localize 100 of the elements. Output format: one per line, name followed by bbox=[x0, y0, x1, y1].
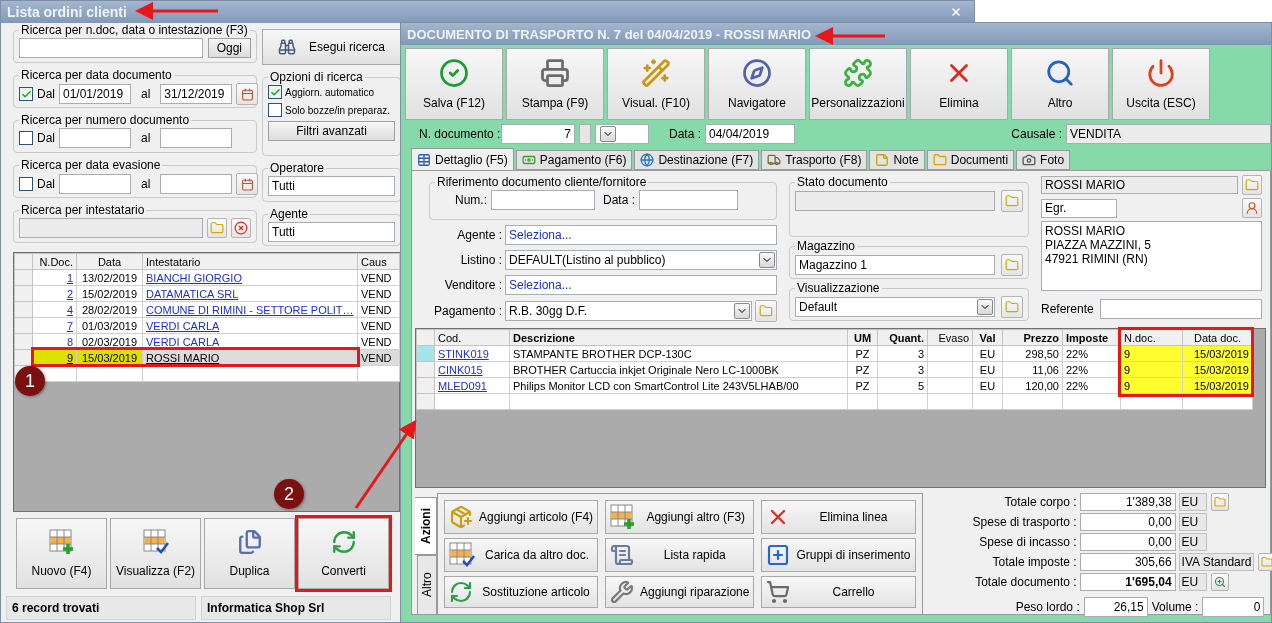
icon-button[interactable] bbox=[1258, 553, 1272, 571]
toolbar-button[interactable]: Duplica bbox=[204, 518, 295, 589]
calendar-button[interactable] bbox=[236, 83, 259, 105]
weight-field[interactable]: 0 bbox=[1202, 597, 1265, 617]
select-field[interactable]: R.B. 30gg D.F. bbox=[505, 301, 752, 321]
checkbox[interactable] bbox=[19, 87, 33, 101]
person-button[interactable] bbox=[1242, 198, 1262, 218]
num-field[interactable] bbox=[491, 190, 595, 210]
today-button[interactable]: Oggi bbox=[207, 38, 251, 58]
toolbar-button[interactable]: Elimina bbox=[910, 48, 1008, 120]
contact-field[interactable] bbox=[1099, 299, 1262, 319]
tab[interactable]: Pagamento (F6) bbox=[515, 150, 633, 170]
dropdown-button[interactable] bbox=[759, 252, 775, 268]
toolbar-button[interactable]: Navigatore bbox=[708, 48, 806, 120]
holder-field[interactable] bbox=[19, 218, 203, 238]
checkbox[interactable] bbox=[19, 177, 33, 191]
to-field[interactable] bbox=[160, 174, 233, 194]
action-button[interactable]: Carica da altro doc. bbox=[444, 538, 599, 572]
action-button[interactable]: Aggiungi altro (F3) bbox=[605, 500, 755, 534]
salutation-field[interactable]: Egr. bbox=[1041, 198, 1117, 218]
folder-button[interactable] bbox=[207, 218, 227, 238]
folder-button[interactable] bbox=[1001, 190, 1023, 212]
toolbar-button[interactable]: Personalizzazioni bbox=[809, 48, 907, 120]
tab[interactable]: Documenti bbox=[926, 150, 1015, 170]
from-field[interactable]: 01/01/2019 bbox=[59, 84, 131, 104]
to-field[interactable]: 31/12/2019 bbox=[160, 84, 233, 104]
toolbar-button[interactable]: Visualizza (F2) bbox=[110, 518, 201, 589]
address-field[interactable]: ROSSI MARIO PIAZZA MAZZINI, 5 47921 RIMINI (RN) bbox=[1041, 221, 1262, 291]
status-field[interactable] bbox=[795, 191, 995, 211]
from-field[interactable] bbox=[59, 174, 131, 194]
advanced-filters-button[interactable]: Filtri avanzati bbox=[268, 121, 395, 141]
grid-plus-icon bbox=[48, 529, 75, 556]
checkbox[interactable] bbox=[268, 85, 282, 99]
table-cell: PZ bbox=[847, 377, 878, 394]
toolbar-button[interactable]: Visual. (F10) bbox=[607, 48, 705, 120]
toolbar-button[interactable]: Converti bbox=[298, 518, 389, 589]
magnifier-icon bbox=[1045, 58, 1075, 89]
folder-button[interactable] bbox=[1001, 296, 1023, 318]
close-button[interactable] bbox=[950, 6, 962, 18]
select-field[interactable]: DEFAULT(Listino al pubblico) bbox=[505, 250, 777, 270]
table-cell: MLED091 bbox=[434, 377, 510, 394]
toolbar-button[interactable]: Nuovo (F4) bbox=[16, 518, 107, 589]
select-field[interactable]: Seleziona... bbox=[505, 225, 777, 245]
to-label: al bbox=[141, 87, 151, 101]
table-cell: 15/02/2019 bbox=[76, 285, 143, 302]
toolbar-button[interactable]: Altro bbox=[1011, 48, 1109, 120]
side-tab[interactable]: Azioni bbox=[415, 497, 437, 555]
unit-field: EU bbox=[1178, 573, 1207, 591]
weight-field[interactable]: 26,15 bbox=[1083, 597, 1148, 617]
date-field[interactable]: 04/04/2019 bbox=[705, 124, 795, 144]
toolbar-button[interactable]: Uscita (ESC) bbox=[1112, 48, 1210, 120]
select-field[interactable]: Tutti bbox=[268, 222, 395, 242]
tab[interactable]: Destinazione (F7) bbox=[634, 150, 760, 170]
select-field[interactable]: Seleziona... bbox=[505, 275, 777, 295]
tab[interactable]: Dettaglio (F5) bbox=[411, 148, 514, 170]
checkbox[interactable] bbox=[268, 103, 282, 117]
close-circle-icon bbox=[234, 221, 248, 235]
folder-icon bbox=[1005, 194, 1019, 208]
side-tab[interactable]: Altro bbox=[417, 555, 437, 615]
view-dropdown[interactable]: Default bbox=[795, 297, 995, 317]
date-field[interactable] bbox=[639, 190, 739, 210]
select-field[interactable]: Tutti bbox=[268, 176, 395, 196]
toolbar-button[interactable]: Salva (F12) bbox=[405, 48, 503, 120]
tab[interactable]: Trasporto (F8) bbox=[761, 150, 868, 170]
column-header: Caus bbox=[357, 253, 400, 270]
action-button[interactable]: Aggiungi riparazione bbox=[605, 576, 755, 608]
from-field[interactable] bbox=[59, 128, 131, 148]
reason-field[interactable]: VENDITA bbox=[1066, 124, 1271, 144]
clear-button[interactable] bbox=[231, 218, 251, 238]
action-button[interactable]: Sostituzione articolo bbox=[444, 576, 599, 608]
to-field[interactable] bbox=[160, 128, 233, 148]
icon-button[interactable] bbox=[1210, 493, 1229, 511]
run-search-button[interactable]: Esegui ricerca bbox=[262, 29, 401, 65]
search-field[interactable] bbox=[19, 38, 203, 58]
dropdown-button[interactable] bbox=[734, 303, 750, 319]
customer-field[interactable]: ROSSI MARIO bbox=[1041, 176, 1238, 194]
dropdown-button[interactable] bbox=[600, 126, 616, 142]
folder-button[interactable] bbox=[1001, 254, 1023, 276]
calendar-button[interactable] bbox=[236, 173, 259, 195]
icon-button[interactable] bbox=[1210, 573, 1229, 591]
dropdown-button[interactable] bbox=[977, 299, 993, 315]
action-button[interactable]: Gruppi di inserimento bbox=[761, 538, 916, 572]
spin-button[interactable] bbox=[579, 124, 591, 144]
action-button[interactable]: Lista rapida bbox=[605, 538, 755, 572]
action-button[interactable]: Carrello bbox=[761, 576, 916, 608]
folder-button[interactable] bbox=[755, 300, 777, 322]
warehouse-field[interactable]: Magazzino 1 bbox=[795, 255, 995, 275]
folder-button[interactable] bbox=[1242, 175, 1262, 195]
action-button[interactable]: Elimina linea bbox=[761, 500, 916, 534]
total-field: 305,66 bbox=[1079, 553, 1176, 571]
number-field[interactable]: 7 bbox=[501, 124, 575, 144]
series-dropdown[interactable] bbox=[595, 124, 649, 144]
action-button[interactable]: Aggiungi articolo (F4) bbox=[444, 500, 599, 534]
field-label: Venditore : bbox=[443, 278, 502, 292]
tab[interactable]: Note bbox=[869, 150, 925, 170]
group-label: Ricerca per intestatario bbox=[20, 203, 146, 217]
checkbox[interactable] bbox=[19, 131, 33, 145]
toolbar-button[interactable]: Stampa (F9) bbox=[506, 48, 604, 120]
column-header: N.Doc. bbox=[32, 253, 77, 270]
tab[interactable]: Foto bbox=[1016, 150, 1071, 170]
